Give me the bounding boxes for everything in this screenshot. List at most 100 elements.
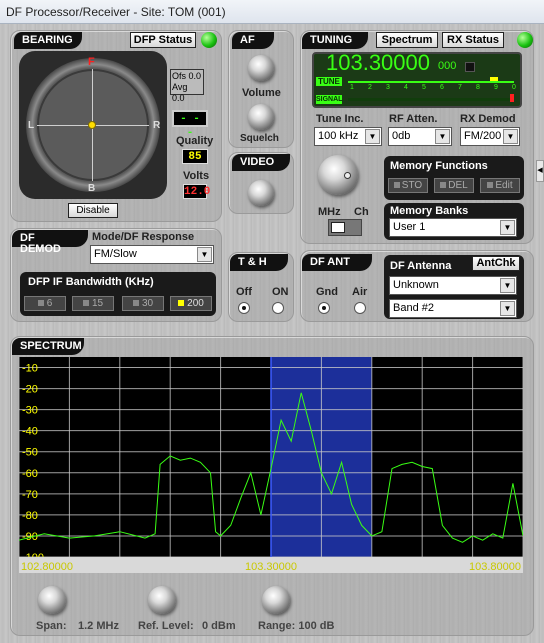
meter-scale-tick: 9 <box>494 84 498 91</box>
bw-30-button[interactable]: 30 <box>122 296 164 311</box>
spectrum-x-tick-label: 102.80000 <box>21 561 73 573</box>
memory-store-button[interactable]: STO <box>388 178 428 193</box>
spectrum-tab: SPECTRUM <box>12 338 84 355</box>
volume-knob[interactable] <box>248 55 274 81</box>
bw-200-indicator-icon <box>178 300 185 306</box>
range-label: Range: 100 dB <box>258 620 335 632</box>
dfp-status-button[interactable]: DFP Status <box>130 32 196 48</box>
spectrum-chart[interactable]: -10-20-30-40-50-60-70-80-90-100102.80000… <box>19 357 523 573</box>
span-knob[interactable] <box>38 586 66 614</box>
bw-15-button[interactable]: 15 <box>72 296 114 311</box>
th-off-radio[interactable] <box>238 302 250 314</box>
chevron-down-icon: ▼ <box>503 129 518 144</box>
span-label: Span: <box>36 620 67 632</box>
edit-indicator-icon <box>487 182 494 188</box>
compass-east-label: R <box>153 120 161 131</box>
gnd-radio[interactable] <box>318 302 330 314</box>
tune-inc-value: 100 kHz <box>318 130 359 142</box>
tune-meter-bar <box>348 81 514 83</box>
th-tab: T & H <box>230 254 288 271</box>
tune-meter-marker <box>490 77 498 81</box>
rf-atten-select[interactable]: 0db ▼ <box>388 127 452 146</box>
window-title: DF Processor/Receiver - Site: TOM (001) <box>6 5 226 19</box>
spectrum-y-tick-label: -30 <box>22 405 38 417</box>
bw-200-label: 200 <box>187 298 204 309</box>
ch-label: Ch <box>354 206 369 218</box>
df-antenna-label: DF Antenna <box>390 260 452 272</box>
memory-banks-label: Memory Banks <box>390 205 469 217</box>
delete-indicator-icon <box>440 182 447 188</box>
spectrum-button[interactable]: Spectrum <box>376 32 438 48</box>
mode-response-select[interactable]: FM/Slow ▼ <box>90 245 214 264</box>
spectrum-y-tick-label: -40 <box>22 426 38 438</box>
meter-scale-tick: 6 <box>440 84 444 91</box>
delete-label: DEL <box>448 180 468 191</box>
ref-level-knob[interactable] <box>148 586 176 614</box>
chevron-down-icon: ▼ <box>500 301 515 316</box>
th-on-radio[interactable] <box>272 302 284 314</box>
mhz-ch-toggle[interactable] <box>328 219 362 236</box>
bw-30-indicator-icon <box>132 300 139 306</box>
bandwidth-label: DFP IF Bandwidth (KHz) <box>28 276 154 288</box>
disable-button[interactable]: Disable <box>68 203 118 218</box>
signal-label: SIGNAL <box>316 95 343 104</box>
bw-200-button[interactable]: 200 <box>170 296 212 311</box>
spectrum-x-tick-label: 103.80000 <box>469 561 521 573</box>
memory-edit-button[interactable]: Edit <box>480 178 520 193</box>
spectrum-y-tick-label: -20 <box>22 384 38 396</box>
frequency-value[interactable]: 103.30000 <box>326 50 430 76</box>
chevron-down-icon: ▼ <box>435 129 450 144</box>
range-knob[interactable] <box>262 586 290 614</box>
bw-15-label: 15 <box>91 298 104 309</box>
mode-response-label: Mode/DF Response <box>92 231 195 243</box>
air-label: Air <box>352 286 368 298</box>
frequency-suffix: 000 <box>438 60 457 72</box>
volts-label: Volts <box>183 170 210 182</box>
df-demod-tab: DF DEMOD <box>12 230 88 255</box>
th-off-label: Off <box>236 286 252 298</box>
squelch-label: Squelch <box>240 133 279 144</box>
rf-atten-value: 0db <box>392 130 411 142</box>
squelch-knob[interactable] <box>248 104 274 130</box>
meter-scale: 1 2 3 4 5 6 7 8 9 0 <box>350 84 516 94</box>
quality-value: 85 <box>182 149 208 164</box>
band-value: Band #2 <box>393 302 434 314</box>
tuning-tab: TUNING <box>302 32 368 49</box>
bw-30-label: 30 <box>141 298 154 309</box>
tuning-knob-dimple <box>344 172 351 179</box>
chevron-down-icon: ▼ <box>197 247 212 262</box>
ref-level-label: Ref. Level: <box>138 620 194 632</box>
bw-6-button[interactable]: 6 <box>24 296 66 311</box>
meter-scale-tick: 2 <box>368 84 372 91</box>
tuning-knob[interactable] <box>318 155 358 195</box>
chevron-down-icon: ▼ <box>500 220 515 235</box>
mhz-label: MHz <box>318 206 341 218</box>
memory-bank-select[interactable]: User 1 ▼ <box>389 218 517 237</box>
signal-meter-bar <box>348 98 514 101</box>
compass-south-label: B <box>88 183 96 194</box>
volume-label: Volume <box>242 87 281 99</box>
video-tab: VIDEO <box>232 154 290 171</box>
meter-scale-tick: 8 <box>476 84 480 91</box>
bearing-indicator-dot <box>88 121 96 129</box>
compass-west-label: L <box>28 120 35 131</box>
spectrum-x-tick-label: 103.30000 <box>245 561 297 573</box>
memory-delete-button[interactable]: DEL <box>434 178 474 193</box>
side-expand-tab[interactable]: ◀ <box>536 160 544 182</box>
rx-demod-select[interactable]: FM/200 ▼ <box>460 127 520 146</box>
edit-label: Edit <box>495 180 513 191</box>
tune-inc-select[interactable]: 100 kHz ▼ <box>314 127 382 146</box>
video-knob[interactable] <box>248 180 274 206</box>
antchk-button[interactable]: AntChk <box>472 256 520 271</box>
df-antenna-select[interactable]: Unknown ▼ <box>389 276 517 295</box>
spectrum-y-tick-label: -80 <box>22 510 38 522</box>
air-radio[interactable] <box>354 302 366 314</box>
store-label: STO <box>401 180 423 191</box>
df-antenna-value: Unknown <box>393 279 439 291</box>
spectrum-y-tick-label: -70 <box>22 489 38 501</box>
ref-level-value: 0 dBm <box>202 620 236 632</box>
bw-6-indicator-icon <box>37 300 44 306</box>
band-select[interactable]: Band #2 ▼ <box>389 299 517 318</box>
bearing-tab: BEARING <box>14 32 82 49</box>
rx-status-button[interactable]: RX Status <box>442 32 504 48</box>
